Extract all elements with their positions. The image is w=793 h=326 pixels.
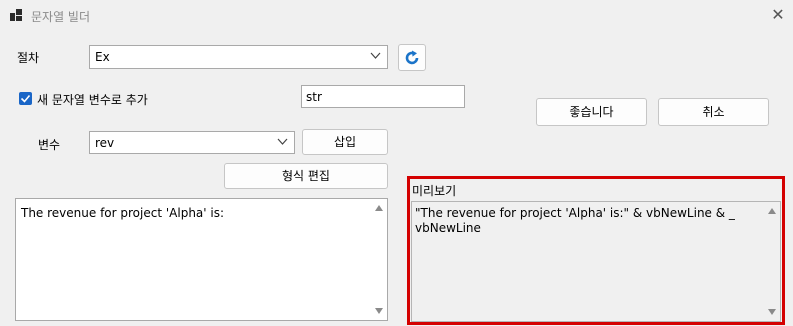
preview-label: 미리보기 xyxy=(412,184,457,198)
procedure-label: 절차 xyxy=(17,51,40,65)
preview-highlight-box: 미리보기 "The revenue for project 'Alpha' is… xyxy=(407,176,785,325)
window-title: 문자열 빌더 xyxy=(31,10,91,24)
procedure-value: Ex xyxy=(95,50,110,64)
refresh-button[interactable] xyxy=(398,44,426,71)
scroll-up-icon[interactable] xyxy=(768,208,776,214)
new-variable-label: 새 문자열 변수로 추가 xyxy=(37,93,148,107)
app-icon xyxy=(10,9,22,21)
new-variable-checkbox[interactable] xyxy=(19,92,32,105)
preview-scrollbar[interactable] xyxy=(764,202,780,321)
variable-dropdown[interactable]: rev xyxy=(89,131,295,154)
variable-name-value: str xyxy=(306,90,322,104)
variable-name-input[interactable]: str xyxy=(301,85,465,108)
title-bar: 문자열 빌더 ✕ xyxy=(0,0,793,31)
preview-textarea[interactable]: "The revenue for project 'Alpha' is:" & … xyxy=(411,201,781,322)
refresh-icon xyxy=(405,50,419,65)
insert-button[interactable]: 삽입 xyxy=(302,129,388,155)
string-input-textarea[interactable]: The revenue for project 'Alpha' is: xyxy=(15,198,388,321)
textarea-scrollbar[interactable] xyxy=(371,199,387,320)
variable-value: rev xyxy=(95,136,115,150)
close-icon[interactable]: ✕ xyxy=(770,6,786,24)
chevron-down-icon xyxy=(277,138,288,145)
scroll-down-icon[interactable] xyxy=(768,309,776,315)
preview-line-1: "The revenue for project 'Alpha' is:" & … xyxy=(415,206,735,220)
scroll-down-icon[interactable] xyxy=(375,308,383,314)
cancel-button[interactable]: 취소 xyxy=(658,98,769,126)
format-edit-button[interactable]: 형식 편집 xyxy=(224,163,388,189)
preview-line-2: vbNewLine xyxy=(415,221,481,235)
checkmark-icon xyxy=(20,94,31,103)
variable-label: 변수 xyxy=(38,138,61,152)
chevron-down-icon xyxy=(370,52,381,59)
preview-text: "The revenue for project 'Alpha' is:" & … xyxy=(415,206,760,236)
scroll-up-icon[interactable] xyxy=(375,205,383,211)
ok-button[interactable]: 좋습니다 xyxy=(536,98,647,126)
string-input-text: The revenue for project 'Alpha' is: xyxy=(21,206,225,220)
procedure-dropdown[interactable]: Ex xyxy=(89,45,388,69)
